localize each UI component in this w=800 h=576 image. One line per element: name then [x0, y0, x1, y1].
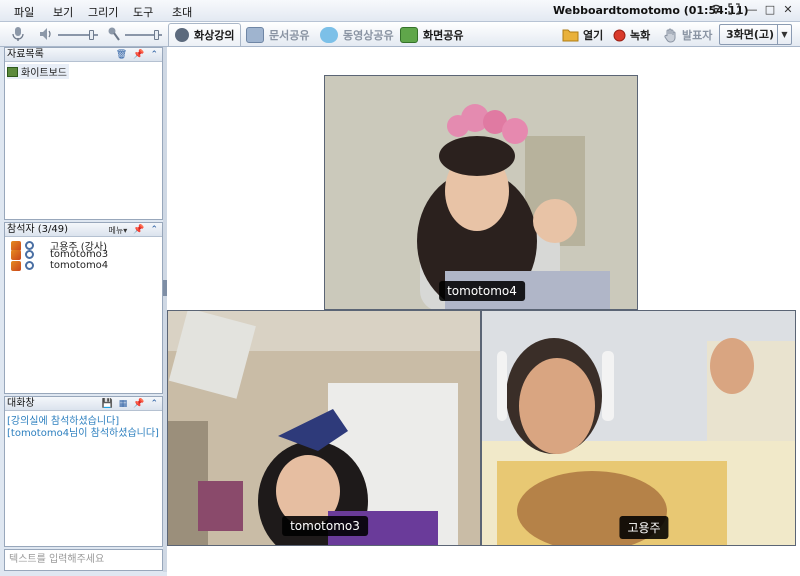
chevron-down-icon: ▼	[777, 25, 791, 44]
trash-icon[interactable]: 🗑	[116, 49, 127, 62]
tab-screen-share[interactable]: 화면공유	[394, 23, 469, 46]
files-panel-header: 자료목록 🗑 📌 ⌃	[5, 48, 162, 62]
video-name-label: tomotomo3	[282, 516, 368, 536]
pin-icon[interactable]: 📌	[133, 224, 144, 237]
pencil-icon	[11, 249, 21, 260]
menu-tools[interactable]: 도구	[133, 4, 153, 20]
maximize-icon[interactable]: □	[764, 3, 776, 17]
magnifier-icon	[25, 250, 34, 259]
video-name-label: 고용주	[619, 516, 669, 539]
mic-slider-knob[interactable]	[154, 30, 159, 40]
video-frame	[325, 76, 637, 309]
whiteboard-icon	[7, 66, 18, 77]
open-button[interactable]: 열기	[562, 26, 603, 44]
collapse-icon[interactable]: ⌃	[150, 398, 158, 411]
files-panel: 자료목록 🗑 📌 ⌃ 화이트보드	[4, 47, 163, 220]
document-icon	[246, 26, 264, 43]
collapse-icon[interactable]: ⌃	[150, 224, 158, 237]
menu-file[interactable]: 파일	[14, 4, 34, 20]
pin-icon[interactable]: 📌	[133, 49, 144, 62]
layout-select[interactable]: 3화면(고) ▼	[719, 24, 792, 45]
chat-panel: 대화창 💾 ▦ 📌 ⌃ [강의실에 참석하셨습니다] [tomotomo4님이 …	[4, 396, 163, 547]
magnifier-icon	[25, 261, 34, 270]
chat-input[interactable]: 텍스트를 입력해주세요	[4, 549, 163, 571]
video-name-label: tomotomo4	[439, 281, 525, 301]
close-icon[interactable]: ✕	[782, 3, 794, 17]
record-dot-icon	[613, 29, 626, 41]
video-feed: 고용주	[481, 310, 796, 546]
webcam-icon	[175, 28, 189, 42]
file-item-whiteboard[interactable]: 화이트보드	[7, 64, 69, 79]
pencil-icon	[11, 260, 21, 271]
screen-share-icon	[400, 26, 418, 43]
chat-panel-header: 대화창 💾 ▦ 📌 ⌃	[5, 397, 162, 411]
menu-bar: 파일 보기 그리기 도구 초대 Webboardtomotomo (01:54:…	[0, 0, 800, 22]
minimize-icon[interactable]: —	[746, 3, 758, 17]
presenter-button[interactable]: 발표자	[663, 26, 712, 44]
menu-draw[interactable]: 그리기	[88, 4, 118, 20]
wifi-icon	[710, 3, 722, 17]
folder-icon	[562, 29, 579, 42]
record-button[interactable]: 녹화	[613, 26, 650, 44]
menu-view[interactable]: 보기	[53, 4, 73, 20]
collapse-icon[interactable]: ⌃	[150, 49, 158, 62]
save-icon[interactable]: 💾	[102, 398, 113, 411]
video-feed: tomotomo4	[324, 75, 638, 310]
tab-video-share[interactable]: 동영상공유	[314, 23, 400, 46]
color-palette-icon[interactable]: ▦	[119, 398, 128, 411]
tab-video-lecture[interactable]: 화상강의	[168, 23, 242, 46]
chat-message: [tomotomo4님이 참석하셨습니다]	[7, 428, 159, 439]
participants-panel: 참석자 (3/49) 메뉴▾ 📌 ⌃ 고용주 (강사) tomotomo3 to…	[4, 222, 163, 394]
menu-invite[interactable]: 초대	[172, 4, 192, 20]
hand-icon	[664, 28, 676, 42]
mic-gain-icon[interactable]	[106, 26, 122, 42]
tab-document-share[interactable]: 문서공유	[240, 23, 315, 46]
volume-slider-knob[interactable]	[89, 30, 94, 40]
participant-row[interactable]: tomotomo3	[11, 249, 108, 260]
participant-row[interactable]: tomotomo4	[11, 260, 108, 271]
video-frame	[168, 311, 480, 545]
video-bubble-icon	[320, 26, 338, 43]
video-feed: tomotomo3	[167, 310, 481, 546]
microphone-icon[interactable]	[10, 26, 26, 42]
participants-menu-button[interactable]: 메뉴▾	[108, 224, 127, 237]
pin-icon[interactable]: 📌	[133, 398, 144, 411]
speaker-icon[interactable]	[38, 26, 54, 42]
participants-panel-header: 참석자 (3/49) 메뉴▾ 📌 ⌃	[5, 223, 162, 237]
video-frame	[482, 311, 795, 545]
toolbar: 화상강의 문서공유 동영상공유 화면공유 열기 녹화 발표자	[0, 22, 800, 47]
fullscreen-icon[interactable]	[728, 3, 740, 17]
